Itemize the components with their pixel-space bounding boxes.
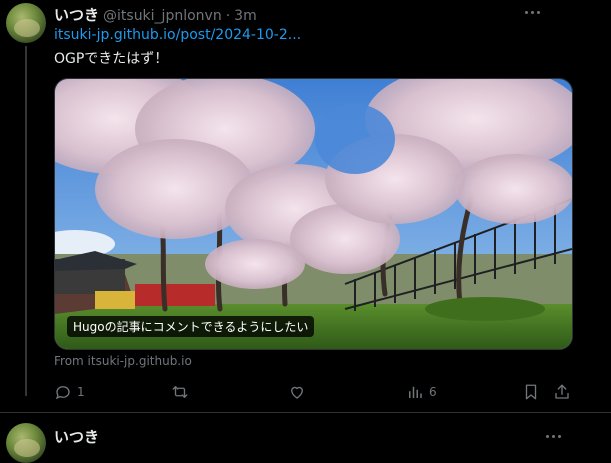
tweet-text: OGPできたはず！ [54,51,169,67]
link-card[interactable]: Hugoの記事にコメントできるようにしたい [54,78,573,350]
reply-icon [55,386,70,400]
tweet[interactable]: いつき @itsuki_jpnlonvn · 3m itsuki-jp.gith… [0,0,590,410]
timestamp[interactable]: 3m [234,8,257,24]
like-button[interactable] [288,381,311,403]
share-icon [555,384,569,399]
card-source[interactable]: From itsuki-jp.github.io [54,354,192,368]
action-bar: 1 6 [54,381,574,403]
avatar[interactable] [6,3,46,43]
bookmark-icon [525,384,537,400]
thread-line [25,46,27,396]
views-count: 6 [429,385,437,399]
avatar[interactable] [6,423,46,463]
bookmark-button[interactable] [522,381,540,403]
display-name[interactable]: いつき [54,426,99,447]
reply-button[interactable]: 1 [54,381,85,403]
like-icon [291,386,303,399]
separator-dot: · [225,8,231,24]
card-image-caption: Hugoの記事にコメントできるようにしたい [67,316,315,337]
retweet-icon [172,386,188,398]
user-handle[interactable]: @itsuki_jpnlonvn [103,8,222,24]
share-button[interactable] [553,381,571,403]
views-icon [409,386,422,398]
tweet-header: いつき [54,426,99,447]
more-icon[interactable] [543,426,563,446]
tweet-divider [0,412,611,413]
tweet-header: いつき @itsuki_jpnlonvn · 3m [54,4,257,25]
more-icon[interactable] [522,2,542,22]
views-button[interactable]: 6 [406,381,437,403]
display-name[interactable]: いつき [54,4,99,25]
card-image [55,79,572,349]
retweet-button[interactable] [171,381,194,403]
post-link[interactable]: itsuki-jp.github.io/post/2024-10-2... [54,27,301,43]
reply-count: 1 [77,385,85,399]
